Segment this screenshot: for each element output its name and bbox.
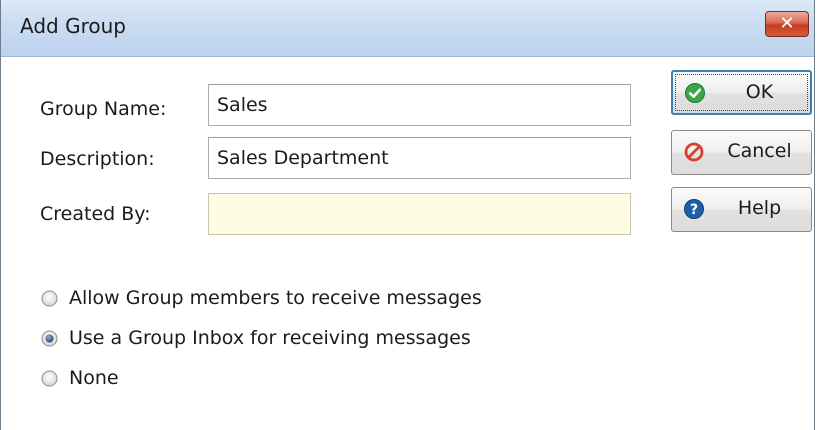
title-bar[interactable]: Add Group ✕	[1, 0, 814, 57]
group-name-label: Group Name:	[40, 98, 167, 120]
description-input[interactable]	[208, 137, 631, 179]
help-button-label: Help	[737, 197, 782, 219]
group-name-input[interactable]	[208, 84, 631, 126]
created-by-label: Created By:	[40, 203, 151, 225]
question-circle-icon: ?	[684, 199, 704, 219]
check-circle-icon	[685, 83, 705, 103]
help-button[interactable]: ? Help	[671, 187, 812, 232]
radio-button-unselected[interactable]	[41, 290, 58, 307]
add-group-dialog: Add Group ✕ Group Name: Description: Cre…	[0, 0, 815, 430]
close-button[interactable]: ✕	[765, 11, 809, 37]
cancel-button-label: Cancel	[727, 140, 792, 162]
radio-button-selected[interactable]	[41, 330, 58, 347]
dialog-title: Add Group	[20, 14, 126, 38]
radio-label: Allow Group members to receive messages	[69, 287, 482, 309]
radio-button-unselected[interactable]	[41, 370, 58, 387]
ok-button[interactable]: OK	[671, 70, 812, 115]
ok-button-label: OK	[745, 81, 774, 103]
svg-text:?: ?	[690, 202, 698, 218]
close-icon: ✕	[779, 13, 795, 34]
cancel-button[interactable]: Cancel	[671, 130, 812, 175]
no-entry-icon	[684, 142, 704, 162]
created-by-input[interactable]	[208, 193, 631, 235]
radio-label: None	[69, 367, 119, 389]
radio-label: Use a Group Inbox for receiving messages	[69, 327, 471, 349]
description-label: Description:	[40, 148, 155, 170]
